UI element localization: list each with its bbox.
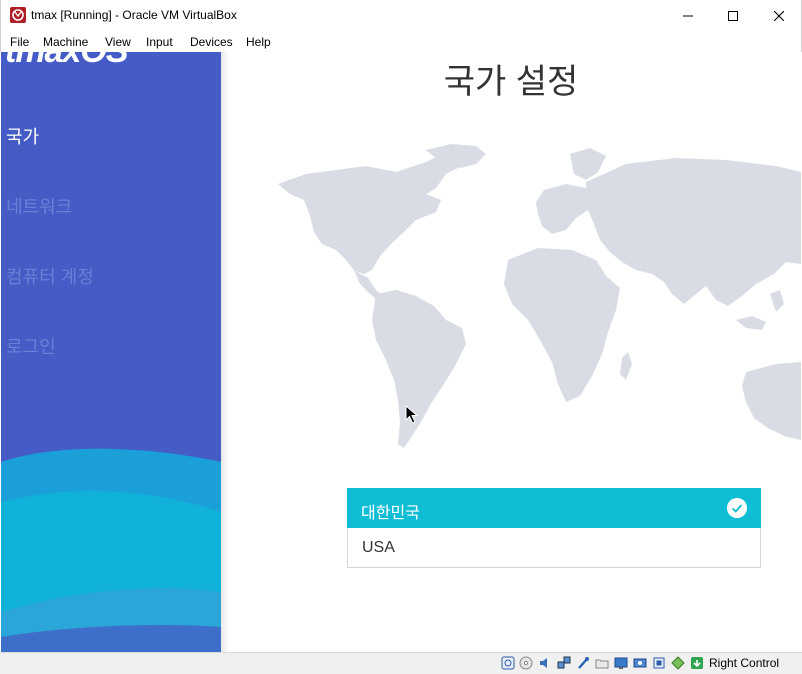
shared-folder-icon[interactable] xyxy=(595,656,609,670)
step-network: 네트워크 xyxy=(6,197,73,217)
step-country: 국가 xyxy=(6,127,40,147)
window-titlebar[interactable]: tmax [Running] - Oracle VM VirtualBox xyxy=(0,0,802,31)
usb-icon[interactable] xyxy=(576,656,590,670)
checkmark-icon xyxy=(727,498,747,518)
page-title: 국가 설정 xyxy=(443,63,579,101)
sidebar-shadow xyxy=(221,52,229,652)
audio-icon[interactable] xyxy=(538,656,552,670)
sidebar-wave-decoration xyxy=(1,448,221,652)
step-login: 로그인 xyxy=(6,337,56,357)
country-label: USA xyxy=(362,539,395,556)
step-computer-account: 컴퓨터 계정 xyxy=(6,267,94,287)
virtualbox-icon xyxy=(10,7,26,23)
network-icon[interactable] xyxy=(557,656,571,670)
minimize-icon xyxy=(683,15,693,16)
country-option-usa[interactable]: USA xyxy=(347,528,761,568)
guest-screen[interactable]: tmaxOS 국가 네트워크 컴퓨터 계정 로그인 국가 설정 xyxy=(1,52,801,652)
host-key-arrow-icon xyxy=(691,657,703,669)
maximize-icon xyxy=(728,10,738,21)
close-button[interactable] xyxy=(756,0,802,31)
mouse-cursor-icon xyxy=(405,405,419,424)
host-key-label: Right Control xyxy=(709,656,780,670)
country-label: 대한민국 xyxy=(361,505,420,522)
hard-disk-icon[interactable] xyxy=(501,656,515,670)
menu-help[interactable]: Help xyxy=(246,35,271,49)
optical-drive-icon[interactable] xyxy=(519,656,533,670)
tmaxos-logo: tmaxOS xyxy=(5,52,128,71)
window-title: tmax [Running] - Oracle VM VirtualBox xyxy=(31,8,237,22)
menu-view[interactable]: View xyxy=(105,35,131,49)
video-capture-icon[interactable] xyxy=(633,656,647,670)
vm-statusbar: Right Control xyxy=(0,652,802,674)
minimize-button[interactable] xyxy=(665,0,711,31)
display-icon[interactable] xyxy=(614,656,628,670)
country-option-korea[interactable]: 대한민국 xyxy=(347,488,761,528)
menu-file[interactable]: File xyxy=(10,35,29,49)
menu-input[interactable]: Input xyxy=(146,35,173,49)
close-icon xyxy=(774,10,784,21)
menubar: File Machine View Input Devices Help xyxy=(0,31,802,52)
menu-machine[interactable]: Machine xyxy=(43,35,88,49)
mouse-integration-icon[interactable] xyxy=(671,656,685,670)
cpu-icon[interactable] xyxy=(652,656,666,670)
country-list: 대한민국 USA xyxy=(347,488,761,568)
world-map xyxy=(278,144,801,448)
menu-devices[interactable]: Devices xyxy=(190,35,233,49)
installer-sidebar: tmaxOS 국가 네트워크 컴퓨터 계정 로그인 xyxy=(1,52,221,652)
maximize-button[interactable] xyxy=(710,0,756,31)
